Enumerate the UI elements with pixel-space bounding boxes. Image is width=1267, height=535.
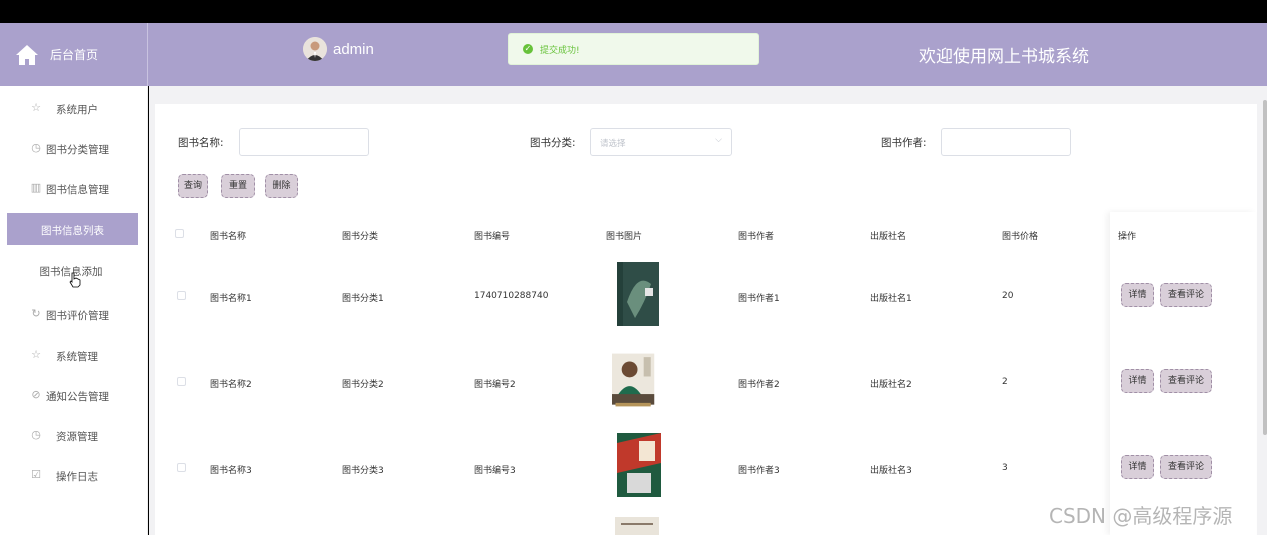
book-name-label: 图书名称: xyxy=(178,137,224,149)
book-cover-image[interactable] xyxy=(615,517,659,535)
user-name: admin xyxy=(333,40,374,58)
cell-book-code: 1740710288740 xyxy=(474,291,549,301)
detail-button[interactable]: 详情 xyxy=(1121,369,1154,393)
watermark: CSDN @高级程序源 xyxy=(1049,504,1233,528)
header-book-category: 图书分类 xyxy=(342,232,379,242)
sidebar-item-label: 图书分类管理 xyxy=(46,144,109,156)
cell-publisher: 出版社名1 xyxy=(870,294,912,304)
cell-book-author: 图书作者2 xyxy=(738,380,780,390)
header-book-author: 图书作者 xyxy=(738,232,775,242)
cell-book-price: 3 xyxy=(1002,463,1008,473)
cell-book-category: 图书分类2 xyxy=(342,380,384,390)
cell-book-code: 图书编号2 xyxy=(474,380,516,390)
home-icon xyxy=(16,44,38,65)
row-checkbox[interactable] xyxy=(177,291,186,300)
detail-button[interactable]: 详情 xyxy=(1121,283,1154,307)
book-cover-image[interactable] xyxy=(612,348,656,412)
cell-book-author: 图书作者3 xyxy=(738,466,780,476)
sidebar-item-operation-log[interactable]: ☑ 操作日志 xyxy=(0,458,148,492)
calendar-check-icon: ☑ xyxy=(31,468,41,481)
sidebar-item-label: 通知公告管理 xyxy=(46,391,109,403)
sidebar-item-resource-mgmt[interactable]: ◷ 资源管理 xyxy=(0,418,148,452)
content-panel xyxy=(155,104,1257,535)
toast-message: 提交成功! xyxy=(540,45,580,56)
sidebar-item-label: 图书信息列表 xyxy=(41,225,104,237)
select-all-checkbox[interactable] xyxy=(175,229,184,238)
refresh-icon: ↻ xyxy=(31,307,41,320)
sidebar-item-label: 操作日志 xyxy=(56,471,98,483)
star-icon: ☆ xyxy=(31,101,41,114)
welcome-title: 欢迎使用网上书城系统 xyxy=(919,47,1089,67)
clock-icon: ◷ xyxy=(31,428,41,441)
header: 后台首页 admin ✓ 提交成功! 欢迎使用网上书城系统 xyxy=(0,23,1267,86)
header-book-name: 图书名称 xyxy=(210,232,247,242)
star-icon: ☆ xyxy=(31,348,41,361)
avatar xyxy=(303,37,327,61)
home-link[interactable]: 后台首页 xyxy=(0,23,148,86)
compass-icon: ⊘ xyxy=(31,388,41,401)
view-reviews-button[interactable]: 查看评论 xyxy=(1160,455,1212,479)
sidebar-item-label: 系统用户 xyxy=(56,104,98,116)
top-black-bar xyxy=(0,0,1267,23)
check-circle-icon: ✓ xyxy=(523,44,533,54)
cell-book-price: 2 xyxy=(1002,377,1008,387)
sidebar-item-system-users[interactable]: ☆ 系统用户 xyxy=(0,91,148,125)
book-name-input[interactable] xyxy=(239,128,369,156)
sidebar-item-category-mgmt[interactable]: ◷ 图书分类管理 xyxy=(0,131,148,165)
delete-button[interactable]: 删除 xyxy=(265,174,298,198)
book-cover-image[interactable] xyxy=(615,262,659,326)
cell-book-price: 20 xyxy=(1002,291,1014,301)
cell-book-author: 图书作者1 xyxy=(738,294,780,304)
cell-book-name: 图书名称1 xyxy=(210,294,252,304)
cell-book-code: 图书编号3 xyxy=(474,466,516,476)
sidebar-item-label: 系统管理 xyxy=(56,351,98,363)
home-label: 后台首页 xyxy=(50,48,99,62)
sidebar-item-book-list[interactable]: 图书信息列表 xyxy=(7,213,138,245)
query-button[interactable]: 查询 xyxy=(178,174,208,198)
success-toast: ✓ 提交成功! xyxy=(508,33,759,65)
trash-icon: ▥ xyxy=(30,181,42,194)
book-author-label: 图书作者: xyxy=(881,137,927,149)
reset-button[interactable]: 重置 xyxy=(221,174,255,198)
view-reviews-button[interactable]: 查看评论 xyxy=(1160,369,1212,393)
chevron-down-icon: ⌵ xyxy=(715,135,722,145)
cell-publisher: 出版社名3 xyxy=(870,466,912,476)
scrollbar[interactable] xyxy=(1263,100,1267,435)
header-book-image: 图书图片 xyxy=(606,232,643,242)
header-book-code: 图书编号 xyxy=(474,232,511,242)
sidebar-item-system-mgmt[interactable]: ☆ 系统管理 xyxy=(0,338,148,372)
clock-icon: ◷ xyxy=(31,141,41,154)
row-checkbox[interactable] xyxy=(177,377,186,386)
header-book-price: 图书价格 xyxy=(1002,232,1039,242)
sidebar-item-label: 资源管理 xyxy=(56,431,98,443)
cell-publisher: 出版社名2 xyxy=(870,380,912,390)
sidebar-item-label: 图书信息管理 xyxy=(46,184,109,196)
category-placeholder: 请选择 xyxy=(600,139,626,149)
book-category-label: 图书分类: xyxy=(530,137,576,149)
hand-cursor-icon xyxy=(69,272,81,288)
detail-button[interactable]: 详情 xyxy=(1121,455,1154,479)
book-category-select[interactable]: 请选择 ⌵ xyxy=(590,128,732,156)
cell-book-category: 图书分类1 xyxy=(342,294,384,304)
cell-book-name: 图书名称2 xyxy=(210,380,252,390)
view-reviews-button[interactable]: 查看评论 xyxy=(1160,283,1212,307)
user-info[interactable]: admin xyxy=(303,37,374,61)
sidebar-item-label: 图书评价管理 xyxy=(46,310,109,322)
row-checkbox[interactable] xyxy=(177,463,186,472)
cell-book-category: 图书分类3 xyxy=(342,466,384,476)
header-publisher: 出版社名 xyxy=(870,232,907,242)
sidebar-item-notice-mgmt[interactable]: ⊘ 通知公告管理 xyxy=(0,378,148,412)
sidebar-item-review-mgmt[interactable]: ↻ 图书评价管理 xyxy=(0,297,148,331)
sidebar-item-book-mgmt[interactable]: ▥ 图书信息管理 xyxy=(0,171,148,205)
book-cover-image[interactable] xyxy=(617,433,661,497)
book-author-input[interactable] xyxy=(941,128,1071,156)
cell-book-name: 图书名称3 xyxy=(210,466,252,476)
header-operations: 操作 xyxy=(1118,232,1137,242)
